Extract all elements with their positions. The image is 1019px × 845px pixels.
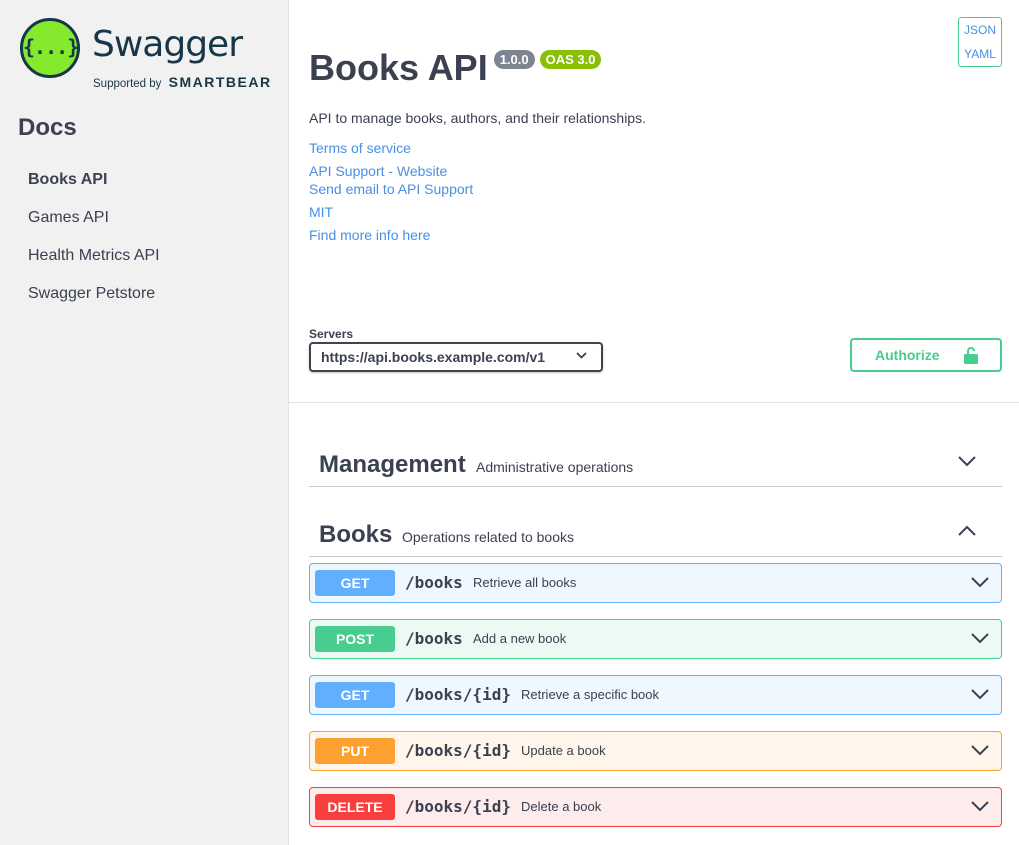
operation-get-book-by-id[interactable]: GET /books/{id} Retrieve a specific book [309,675,1002,715]
sidebar-item-books-api[interactable]: Books API [28,170,160,208]
sidebar-item-health-metrics-api[interactable]: Health Metrics API [28,246,160,284]
chevron-up-icon[interactable] [958,525,976,537]
method-badge: GET [315,570,395,596]
sidebar-item-swagger-petstore[interactable]: Swagger Petstore [28,284,160,322]
license-link[interactable]: MIT [309,204,333,220]
support-website-link[interactable]: API Support - Website [309,163,447,179]
oas-badge: OAS 3.0 [539,50,602,69]
sidebar-item-games-api[interactable]: Games API [28,208,160,246]
api-description: API to manage books, authors, and their … [309,110,646,126]
format-links: JSON YAML [958,17,1002,67]
docs-nav: Books API Games API Health Metrics API S… [28,170,160,322]
version-badge: 1.0.0 [493,50,535,69]
servers-select[interactable]: https://api.books.example.com/v1 [309,342,603,372]
operation-path: /books/{id} [405,741,511,760]
tag-management[interactable]: Management Administrative operations [309,437,1002,487]
chevron-down-icon [576,352,587,359]
terms-of-service-link[interactable]: Terms of service [309,140,411,156]
chevron-down-icon[interactable] [971,688,989,700]
json-link[interactable]: JSON [959,18,1001,42]
divider [289,402,1019,403]
authorize-label: Authorize [875,347,940,363]
chevron-down-icon[interactable] [971,576,989,588]
operation-path: /books [405,573,463,592]
tag-description: Operations related to books [402,529,574,545]
operation-get-books[interactable]: GET /books Retrieve all books [309,563,1002,603]
operation-post-books[interactable]: POST /books Add a new book [309,619,1002,659]
chevron-down-icon[interactable] [971,744,989,756]
authorize-button[interactable]: Authorize [850,338,1002,372]
yaml-link[interactable]: YAML [959,42,1001,66]
logo-subtitle: Supported by SMARTBEAR [93,74,272,90]
chevron-down-icon[interactable] [971,632,989,644]
swagger-logo-icon: {...} [20,18,80,78]
tag-books[interactable]: Books Operations related to books [309,507,1002,557]
operation-path: /books/{id} [405,685,511,704]
operation-summary: Retrieve all books [473,575,577,590]
swagger-logo[interactable]: {...} Swagger Supported by SMARTBEAR [20,18,270,92]
logo-wordmark: Swagger [92,24,243,65]
method-badge: DELETE [315,794,395,820]
method-badge: PUT [315,738,395,764]
operation-path: /books [405,629,463,648]
servers-label: Servers [309,327,354,341]
page-title: Books API [309,47,488,88]
support-email-link[interactable]: Send email to API Support [309,181,473,197]
method-badge: POST [315,626,395,652]
tag-name: Books [319,521,393,548]
main-content: JSON YAML Books API 1.0.0 OAS 3.0 API to… [289,0,1019,845]
operation-summary: Update a book [521,743,606,758]
servers-selected-value: https://api.books.example.com/v1 [321,349,546,365]
tag-description: Administrative operations [476,459,634,475]
api-title-row: Books API 1.0.0 OAS 3.0 [309,47,602,88]
chevron-down-icon[interactable] [971,800,989,812]
docs-heading: Docs [18,114,77,141]
operation-path: /books/{id} [405,797,511,816]
operation-summary: Retrieve a specific book [521,687,660,702]
tag-name: Management [319,451,466,478]
operation-summary: Delete a book [521,799,602,814]
chevron-down-icon[interactable] [958,455,976,467]
sidebar: {...} Swagger Supported by SMARTBEAR Doc… [0,0,289,845]
operation-delete-book[interactable]: DELETE /books/{id} Delete a book [309,787,1002,827]
method-badge: GET [315,682,395,708]
operation-summary: Add a new book [473,631,567,646]
operation-put-book[interactable]: PUT /books/{id} Update a book [309,731,1002,771]
lock-icon [964,347,978,364]
more-info-link[interactable]: Find more info here [309,227,430,243]
